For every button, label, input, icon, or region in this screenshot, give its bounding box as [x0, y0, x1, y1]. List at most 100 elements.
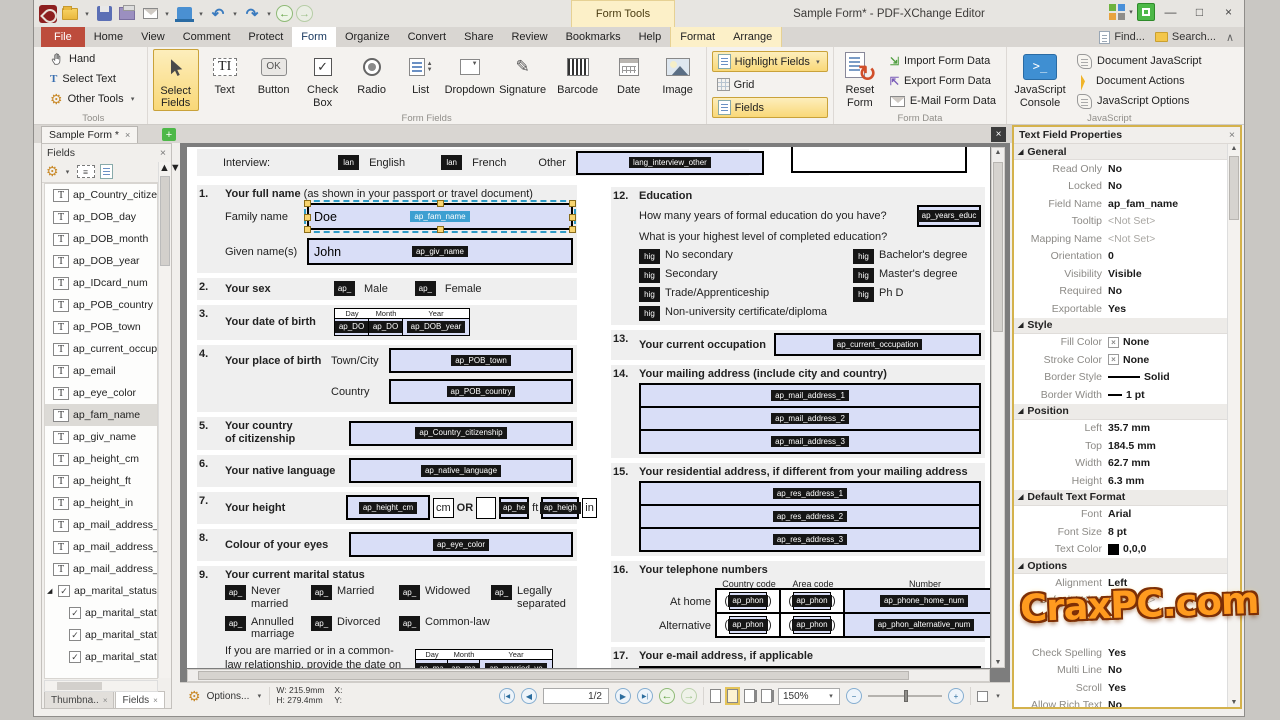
select-text-button[interactable]: TSelect Text [45, 69, 142, 89]
find-button[interactable]: Find... [1099, 31, 1145, 44]
form-field[interactable]: ap_POB_country [389, 379, 573, 404]
field-item[interactable]: Tap_mail_address_2 [45, 536, 157, 558]
layout-two-up-icon[interactable] [744, 689, 755, 703]
next-view-icon[interactable]: → [296, 5, 313, 22]
form-field[interactable]: ap_phon_alternative_num [843, 612, 990, 638]
stamp-caret-icon[interactable]: ▾ [197, 10, 205, 18]
radio-field-button[interactable]: Radio [349, 49, 395, 97]
form-field[interactable]: ap_mail_address_2 [639, 406, 981, 431]
list-field-button[interactable]: ▲▼List [398, 49, 444, 97]
tab-arrange[interactable]: Arrange [724, 27, 781, 47]
checkbox-tag[interactable]: hig [853, 287, 874, 302]
ui-layout-icon[interactable] [1109, 4, 1125, 20]
checkbox-tag[interactable]: ap_ [415, 281, 436, 296]
field-item[interactable]: Tap_eye_color [45, 382, 157, 404]
tab-form[interactable]: Form [292, 27, 336, 47]
first-page-icon[interactable]: |◀ [499, 688, 515, 704]
document-javascript-button[interactable]: Document JavaScript [1072, 51, 1207, 71]
layout-continuous-icon[interactable] [727, 689, 738, 703]
tab-comment[interactable]: Comment [174, 27, 240, 47]
tab-protect[interactable]: Protect [239, 27, 292, 47]
tab-bookmarks[interactable]: Bookmarks [557, 27, 630, 47]
status-options-button[interactable]: Options... [207, 691, 250, 702]
previous-view-icon[interactable]: ← [276, 5, 293, 22]
form-field[interactable]: ap_res_address_2 [639, 504, 981, 529]
email-form-data-button[interactable]: E-Mail Form Data [885, 91, 1001, 111]
form-field[interactable]: ap_DO [369, 319, 403, 335]
field-item[interactable]: Tap_Country_citizen [45, 184, 157, 206]
fields-options-icon[interactable]: ⚙ [46, 163, 59, 180]
select-fields-button[interactable]: Select Fields [153, 49, 199, 111]
tab-file[interactable]: File [41, 27, 85, 47]
zoom-in-icon[interactable]: + [948, 688, 964, 704]
document-tab-close-icon[interactable]: × [125, 130, 130, 140]
form-field[interactable]: ap_ma [416, 660, 448, 668]
field-properties-icon[interactable] [100, 164, 113, 179]
zoom-out-icon[interactable]: − [846, 688, 862, 704]
open-caret-icon[interactable]: ▾ [83, 10, 91, 18]
field-item[interactable]: Tap_POB_town [45, 316, 157, 338]
ui-layout-caret-icon[interactable]: ▾ [1127, 8, 1135, 16]
expander-icon[interactable]: ◢ [47, 587, 54, 595]
checkbox-tag[interactable]: ap_ [311, 616, 332, 631]
stamp-icon[interactable] [174, 4, 194, 24]
document-scrollbar-horizontal[interactable] [187, 669, 990, 682]
date-field-button[interactable]: Date [606, 49, 652, 97]
tab-share[interactable]: Share [455, 27, 502, 47]
field-item-selected[interactable]: Tap_fam_name [45, 404, 157, 426]
fields-scrollbar-horizontal[interactable] [44, 680, 158, 692]
section-style[interactable]: ◢Style [1014, 318, 1227, 334]
form-field[interactable]: ap_ma [448, 660, 480, 668]
form-field[interactable]: ap_mail_address_3 [639, 429, 981, 454]
text-field-button[interactable]: TIText [202, 49, 248, 97]
field-item[interactable]: Tap_current_occupa [45, 338, 157, 360]
field-item[interactable]: Tap_giv_name [45, 426, 157, 448]
new-document-tab-button[interactable]: + [162, 128, 176, 141]
form-field[interactable]: ap_height_cm [346, 495, 430, 520]
form-field[interactable]: ap_res_address_1 [639, 481, 981, 506]
reset-form-button[interactable]: ↺Reset Form [839, 49, 881, 109]
form-field[interactable]: ap_native_language [349, 458, 573, 483]
undo-caret-icon[interactable]: ▾ [231, 10, 239, 18]
tab-view[interactable]: View [132, 27, 174, 47]
checkbox-tag[interactable]: lan [441, 155, 462, 170]
checkbox-tag[interactable]: ap_ [225, 585, 246, 600]
javascript-console-button[interactable]: >_JavaScript Console [1012, 49, 1068, 109]
tab-help[interactable]: Help [630, 27, 671, 47]
form-field[interactable]: ap_phone_home_num [843, 588, 990, 614]
field-item[interactable]: Tap_email [45, 360, 157, 382]
field-item[interactable]: ✓ap_marital_statu [45, 624, 157, 646]
checkbox-tag[interactable]: hig [639, 287, 660, 302]
checkbox-tag[interactable]: hig [853, 249, 874, 264]
field-item[interactable]: Tap_DOB_month [45, 228, 157, 250]
tab-home[interactable]: Home [85, 27, 132, 47]
field-item[interactable]: Tap_mail_address_3 [45, 558, 157, 580]
hand-tool-button[interactable]: Hand [45, 49, 142, 69]
field-item[interactable]: Tap_height_in [45, 492, 157, 514]
field-item[interactable]: Tap_DOB_day [45, 206, 157, 228]
layout-single-icon[interactable] [710, 689, 721, 703]
fullscreen-icon[interactable] [1137, 3, 1155, 21]
zoom-slider[interactable] [868, 695, 942, 697]
open-icon[interactable] [60, 4, 80, 24]
status-options-icon[interactable]: ⚙ [188, 688, 201, 705]
form-field[interactable]: ap_res_address_3 [639, 527, 981, 552]
document-view[interactable]: Interview: lanEnglish lanFrench Other la… [180, 143, 1010, 682]
family-name-field[interactable]: Doe ap_fam_name [307, 203, 573, 230]
form-field[interactable]: ap_heigh [541, 497, 579, 519]
form-field[interactable]: ap_mail_address_1 [639, 383, 981, 408]
rename-field-icon[interactable]: ≡ [77, 165, 95, 178]
field-item[interactable]: Tap_POB_country [45, 294, 157, 316]
search-button[interactable]: Search... [1155, 31, 1216, 43]
email-icon[interactable] [140, 4, 160, 24]
previous-view-icon2[interactable]: ← [659, 688, 675, 704]
next-page-icon[interactable]: ▶ [615, 688, 631, 704]
checkbox-tag[interactable]: hig [853, 268, 874, 283]
form-field[interactable]: lang_interview_other [576, 151, 764, 175]
field-item[interactable]: Tap_IDcard_num [45, 272, 157, 294]
signature-field-button[interactable]: ✎Signature [496, 49, 550, 97]
checkbox-tag[interactable]: ap_ [399, 585, 420, 600]
form-field[interactable]: ap_married_ye [480, 660, 552, 668]
last-page-icon[interactable]: ▶| [637, 688, 653, 704]
checkbox-tag[interactable]: ap_ [311, 585, 332, 600]
